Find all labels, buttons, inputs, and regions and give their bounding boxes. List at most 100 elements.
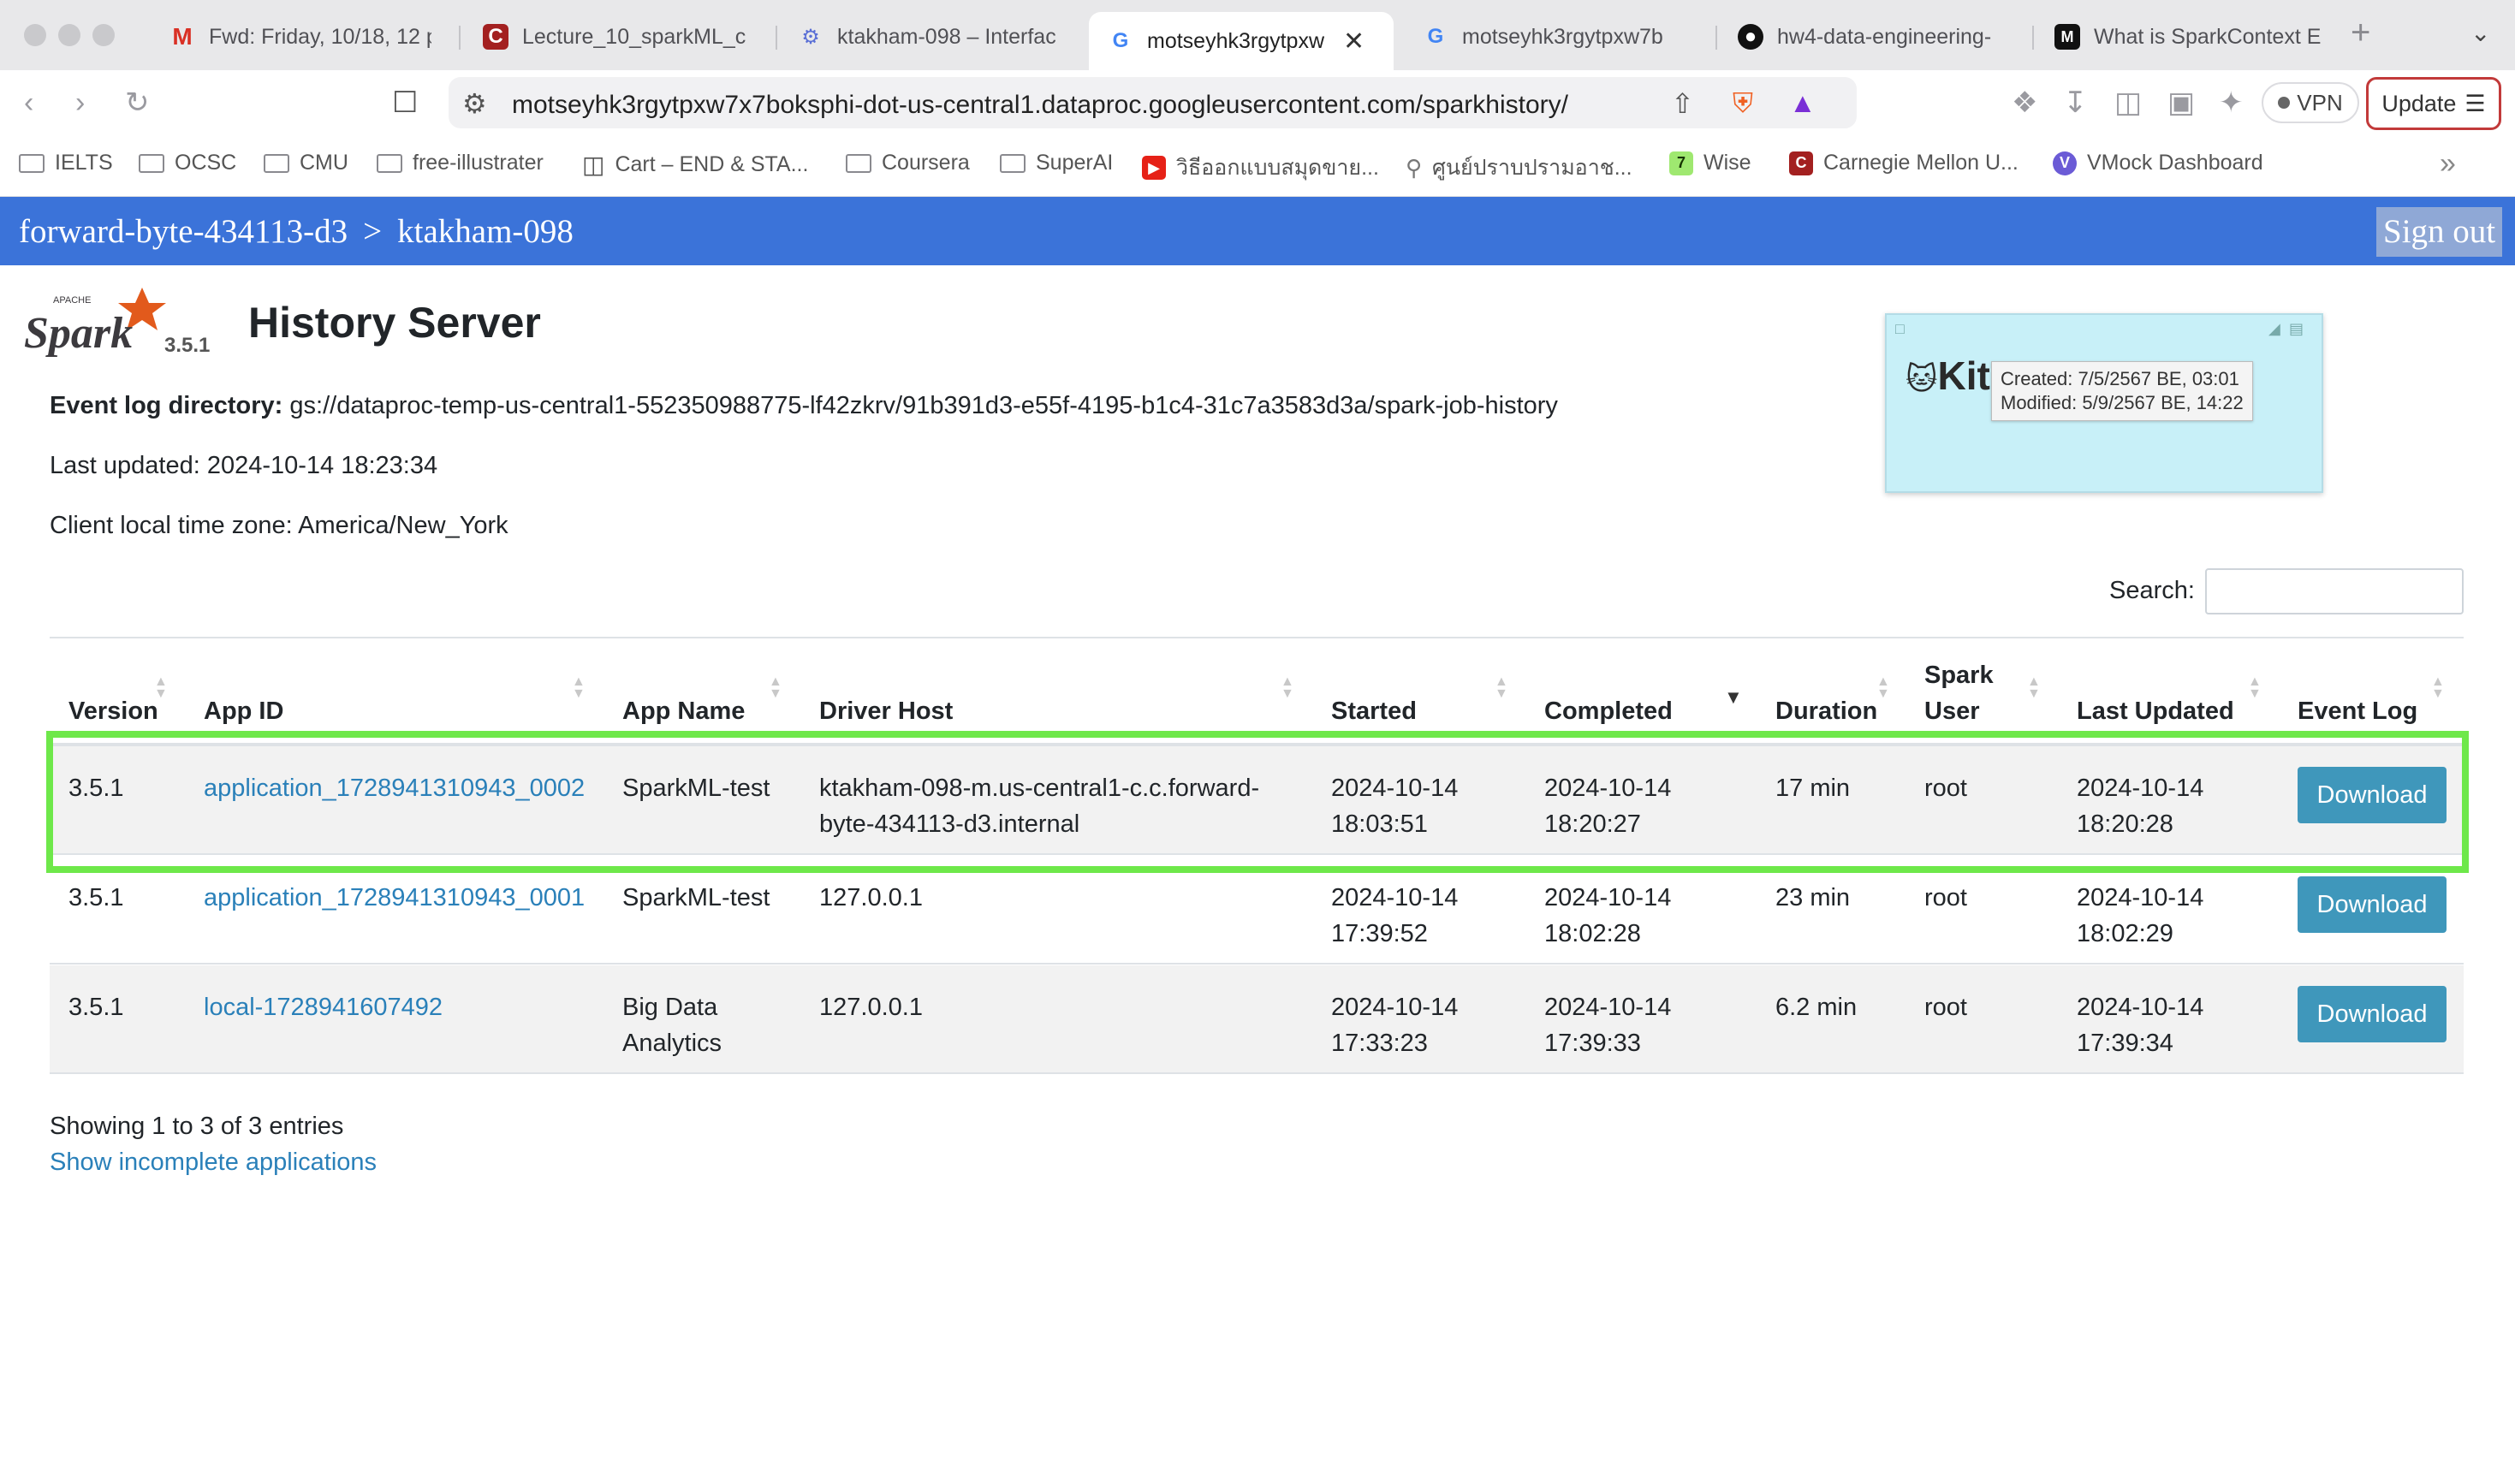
search-input[interactable] [2205, 568, 2464, 614]
column-header-last-updated[interactable]: Last Updated [2077, 693, 2234, 729]
show-incomplete-link[interactable]: Show incomplete applications [50, 1149, 377, 1177]
bookmark-item[interactable]: ▶ วิธีออกแบบสมุดขาย... [1142, 151, 1379, 185]
update-label: Update [2381, 90, 2457, 116]
app-id-link[interactable]: local-1728941607492 [204, 989, 443, 1025]
url-text[interactable]: motseyhk3rgytpxw7x7boksphi-dot-us-centra… [512, 91, 1568, 120]
cmu-icon: C [483, 24, 508, 50]
column-header-app-name[interactable]: App Name [622, 693, 745, 729]
cell-spark-user: root [1924, 884, 1967, 911]
bookmark-item[interactable]: 7 Wise [1669, 151, 1751, 175]
bookmark-label: ศูนย์ปราบปรามอาช... [1432, 156, 1632, 180]
tab-title: motseyhk3rgytpxw7b [1462, 24, 1663, 49]
bookmark-item[interactable]: ⚲ ศูนย์ปราบปรามอาช... [1406, 151, 1632, 185]
bookmark-item[interactable]: ◫ Cart – END & STA... [582, 151, 808, 179]
sign-out-button[interactable]: Sign out [2376, 207, 2503, 257]
bookmark-item[interactable]: C Carnegie Mellon U... [1789, 151, 2019, 175]
column-header-event-log[interactable]: Event Log [2298, 693, 2417, 729]
forward-icon[interactable]: › [75, 86, 85, 120]
sort-descending-icon[interactable]: ▼ [1724, 688, 1743, 707]
site-settings-icon[interactable]: ⚙ [462, 87, 487, 120]
chevron-down-icon[interactable]: ⌄ [2470, 19, 2490, 47]
new-tab-icon[interactable]: + [2351, 14, 2370, 52]
time-line: 17:39:33 [1544, 1030, 1641, 1057]
share-icon[interactable]: ⇧ [1671, 87, 1694, 120]
app-id-link[interactable]: application_1728941310943_0001 [204, 880, 585, 916]
vpn-button[interactable]: VPN [2262, 82, 2359, 123]
bookmark-item[interactable]: OCSC [139, 151, 236, 175]
cluster-link[interactable]: ktakham-098 [397, 212, 574, 251]
close-window-icon[interactable] [24, 24, 46, 46]
sort-icon[interactable]: ▲ ▼ [769, 675, 782, 701]
browser-tab[interactable]: G motseyhk3rgytpxw7b [1404, 12, 1712, 62]
bookmark-item[interactable]: free-illustrater [377, 151, 544, 175]
spark-version: 3.5.1 [164, 334, 211, 357]
column-header-driver-host[interactable]: Driver Host [819, 693, 953, 729]
wallet-icon[interactable]: ▣ [2167, 86, 2195, 120]
zoom-window-icon[interactable] [92, 24, 115, 46]
reload-icon[interactable]: ↻ [125, 86, 150, 120]
download-button[interactable]: Download [2298, 876, 2447, 933]
column-header-completed[interactable]: Completed [1544, 693, 1673, 729]
spark-logo[interactable]: Spark APACHE [22, 284, 168, 363]
address-bar[interactable]: ⚙ motseyhk3rgytpxw7x7boksphi-dot-us-cent… [449, 77, 1857, 128]
leo-ai-icon[interactable]: ✦ [2219, 86, 2244, 120]
brave-shield-icon[interactable]: ⛨ [1733, 87, 1753, 120]
download-button[interactable]: Download [2298, 986, 2447, 1042]
project-link[interactable]: forward-byte-434113-d3 [19, 212, 348, 251]
note-pin-icon[interactable]: □ [1895, 320, 1905, 338]
sticky-note-widget[interactable]: □ ◢ ▤ 🐱Kitn Created: 7/5/2567 BE, 03:01 … [1885, 313, 2323, 493]
date-line: 2024-10-14 [1331, 994, 1459, 1021]
browser-tab[interactable]: ● hw4-data-engineering- [1719, 12, 2030, 62]
back-icon[interactable]: ‹ [24, 86, 33, 120]
note-minimize-icon[interactable]: ▤ [2289, 320, 2304, 338]
vmock-icon: V [2053, 151, 2077, 175]
more-bookmarks-icon[interactable]: » [2440, 147, 2456, 181]
time-line: 17:33:23 [1331, 1030, 1428, 1057]
column-header-app-id[interactable]: App ID [204, 693, 283, 729]
sort-icon[interactable]: ▲ ▼ [1876, 675, 1890, 701]
cell-version: 3.5.1 [68, 994, 124, 1021]
column-header-version[interactable]: Version [68, 693, 158, 729]
brave-rewards-icon[interactable]: ▲ [1789, 87, 1816, 119]
column-header-started[interactable]: Started [1331, 693, 1417, 729]
minimize-window-icon[interactable] [58, 24, 80, 46]
sort-icon[interactable]: ▲ ▼ [2431, 675, 2445, 701]
browser-tab-active[interactable]: G motseyhk3rgytpxw ✕ [1089, 12, 1394, 70]
browser-tab[interactable]: M Fwd: Friday, 10/18, 12 p [151, 12, 450, 62]
sort-icon[interactable]: ▲ ▼ [154, 675, 168, 701]
sort-icon[interactable]: ▲ ▼ [572, 675, 586, 701]
event-log-label: Event log directory: [50, 392, 283, 419]
browser-tab[interactable]: C Lecture_10_sparkML_c [464, 12, 772, 62]
tab-title: Fwd: Friday, 10/18, 12 p [209, 24, 431, 49]
download-icon[interactable]: ↧ [2063, 86, 2088, 120]
sidebar-icon[interactable]: ◫ [2114, 86, 2142, 120]
bookmark-icon[interactable]: ☐ [392, 86, 418, 120]
tab-title: motseyhk3rgytpxw [1147, 28, 1325, 53]
bookmark-label: Cart – END & STA... [615, 152, 809, 176]
sort-icon[interactable]: ▲ ▼ [2027, 675, 2041, 701]
bookmark-item[interactable]: IELTS [19, 151, 113, 175]
cell-completed: 2024-10-14 18:02:28 [1544, 880, 1671, 952]
google-icon: G [1112, 29, 1129, 52]
bookmark-item[interactable]: SuperAI [1000, 151, 1113, 175]
browser-tab[interactable]: M What is SparkContext E [2036, 12, 2344, 62]
update-button[interactable]: Update ☰ [2366, 77, 2501, 130]
note-title-text: Kit [1937, 353, 1990, 398]
column-header-spark-user[interactable]: Spark User [1924, 657, 2010, 729]
medium-icon: M [2054, 24, 2080, 50]
bookmark-label: CMU [300, 151, 348, 175]
date-line: 2024-10-14 [2077, 994, 2204, 1021]
note-resize-icon[interactable]: ◢ [2268, 320, 2280, 338]
extensions-icon[interactable]: ❖ [2012, 86, 2037, 120]
sort-icon[interactable]: ▲ ▼ [1495, 675, 1508, 701]
sort-icon[interactable]: ▲ ▼ [1281, 675, 1294, 701]
bookmark-item[interactable]: Coursera [846, 151, 970, 175]
sort-icon[interactable]: ▲ ▼ [2248, 675, 2262, 701]
browser-tab-bar: M Fwd: Friday, 10/18, 12 p C Lecture_10_… [0, 0, 2515, 70]
bookmark-item[interactable]: V VMock Dashboard [2053, 151, 2263, 175]
close-tab-icon[interactable]: ✕ [1343, 27, 1365, 56]
bookmark-item[interactable]: CMU [264, 151, 348, 175]
browser-tab[interactable]: ⚙ ktakham-098 – Interfac [779, 12, 1087, 62]
folder-icon [846, 153, 871, 173]
column-header-duration[interactable]: Duration [1775, 693, 1877, 729]
